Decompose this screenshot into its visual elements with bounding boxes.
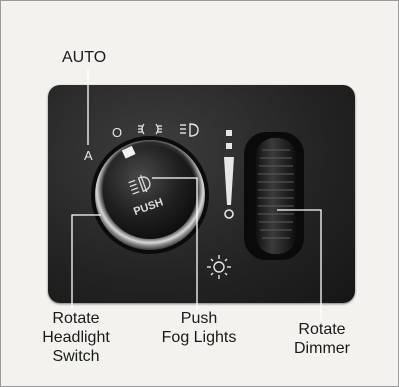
headlight-knob[interactable]: [103, 145, 197, 239]
rotate-dimmer-callout: Rotate Dimmer: [274, 320, 370, 358]
callout-line-2: Headlight: [42, 329, 110, 346]
headlight-icon: [180, 123, 199, 137]
rotate-headlight-callout: Rotate Headlight Switch: [26, 309, 126, 366]
callout-line-1: Rotate: [52, 310, 100, 327]
callout-line-2: Fog Lights: [161, 329, 237, 346]
dimmer-wheel[interactable]: [256, 138, 296, 254]
callout-line-3: Switch: [52, 348, 100, 365]
dome-light-icon: [207, 255, 231, 279]
push-fog-lights-callout: Push Fog Lights: [146, 309, 252, 347]
dimmer-range-icon: [224, 130, 234, 219]
headlight-callout-line: [71, 214, 101, 309]
auto-callout: AUTO: [62, 49, 107, 66]
parking-lights-icon: [138, 123, 162, 135]
off-marker: O: [112, 125, 122, 140]
callout-line-1: Rotate: [298, 321, 346, 338]
auto-marker: A: [84, 148, 93, 163]
callout-line-1: Push: [180, 310, 218, 327]
callout-line-2: Dimmer: [294, 340, 350, 357]
